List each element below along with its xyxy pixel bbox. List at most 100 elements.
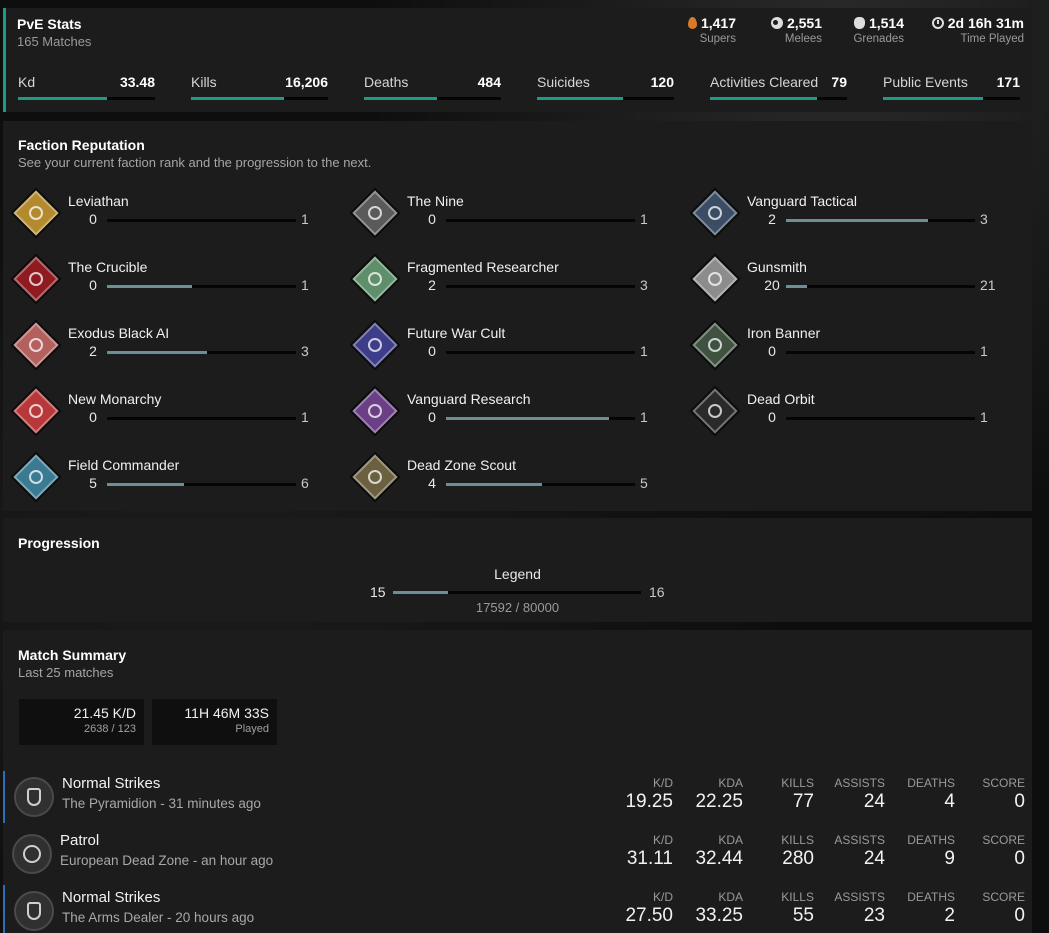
pve-stats-title: PvE Stats [17,16,82,32]
metric-public-events: Public Events 171 [883,74,1020,102]
metric-value: 33.48 [119,74,155,90]
faction-field-commander: Field Commander 5 6 [13,454,333,510]
faction-progress-bar [107,483,296,486]
match-mode: Patrol [60,832,100,849]
progression-next: 16 [649,584,665,600]
stat-header: ASSISTS [834,833,885,847]
match-stat-score: SCORE 0 [982,776,1025,813]
iron-banner-emblem-icon [692,322,738,368]
faction-progress-bar [107,351,296,354]
metric-bar [18,97,155,100]
metric-bar-fill [18,97,108,100]
match-stat-assists: ASSISTS 24 [834,776,885,813]
stat-value: 0 [1014,791,1025,812]
stat-header: SCORE [982,890,1025,904]
faction-current-rank: 0 [428,211,436,227]
metric-suicides: Suicides 120 [537,74,674,102]
match-summary-subtitle: Last 25 matches [18,665,114,680]
metric-bar-fill [191,97,285,100]
stat-value: 31.11 [626,848,673,869]
faction-next-rank: 3 [640,277,648,293]
match-row[interactable]: Patrol European Dead Zone - an hour ago K/… [3,828,1032,880]
faction-current-rank: 0 [89,277,97,293]
match-stat-deaths: DEATHS 2 [907,890,955,927]
metric-bar-fill [364,97,437,100]
faction-vanguard-research: Vanguard Research 0 1 [352,388,672,444]
match-stat-kills: KILLS 280 [781,833,814,870]
time-played-stat: 2d 16h 31m Time Played [931,15,1024,45]
faction-name: Vanguard Research [407,391,531,407]
match-mode: Normal Strikes [62,889,161,906]
metric-value: 79 [831,74,847,90]
faction-name: New Monarchy [68,391,162,407]
faction-name: Dead Orbit [747,391,815,407]
pve-stats-panel: PvE Stats 165 Matches 1,417 Supers 2,551… [3,8,1032,112]
faction-name: Dead Zone Scout [407,457,516,473]
match-stat-score: SCORE 0 [982,890,1025,927]
metric-bar [364,97,501,100]
supers-stat: 1,417 Supers [687,15,736,45]
melees-stat: 2,551 Melees [770,15,822,45]
faction-gunsmith: Gunsmith 20 21 [692,256,1012,312]
stat-value: 24 [863,791,885,812]
time-summary-card: 11H 46M 33S Played [152,699,277,745]
progression-xp: 17592 / 80000 [475,600,560,615]
match-stat-kills: KILLS 55 [781,890,814,927]
stat-value: 32.44 [695,848,743,869]
faction-progress-bar [446,219,635,222]
metric-value: 171 [996,74,1020,90]
stat-header: KDA [718,776,743,790]
metric-bar [537,97,674,100]
melee-icon [770,17,783,29]
faction-progress-bar [786,285,975,288]
match-row[interactable]: Normal Strikes The Pyramidion - 31 minute… [3,771,1032,823]
metric-label: Suicides [537,74,590,90]
stat-header: DEATHS [907,833,955,847]
match-row[interactable]: Normal Strikes The Arms Dealer - 20 hours… [3,885,1032,933]
stat-header: KDA [718,890,743,904]
metric-label: Activities Cleared [710,74,819,90]
faction-next-rank: 1 [301,211,309,227]
match-stat-kd: K/D 27.50 [625,890,673,927]
faction-future-war-cult: Future War Cult 0 1 [352,322,672,378]
faction-next-rank: 3 [980,211,988,227]
faction-name: Fragmented Researcher [407,259,559,275]
stat-value: 27.50 [625,905,673,926]
faction-progress-fill [107,483,185,486]
faction-iron-banner: Iron Banner 0 1 [692,322,1012,378]
faction-progress-fill [786,285,807,288]
strike-icon [14,777,54,817]
faction-next-rank: 3 [301,343,309,359]
strike-icon [14,891,54,931]
faction-current-rank: 20 [764,277,780,293]
faction-current-rank: 0 [768,409,776,425]
faction-reputation-panel: Faction Reputation See your current fact… [3,121,1032,511]
faction-progress-bar [786,219,975,222]
stat-header: KILLS [781,890,814,904]
stat-header: ASSISTS [834,776,885,790]
faction-leviathan: Leviathan 0 1 [13,190,333,246]
metric-kd: Kd 33.48 [18,74,155,102]
faction-progress-fill [446,483,543,486]
the-crucible-emblem-icon [13,256,59,302]
match-mode: Normal Strikes [62,775,161,792]
progression-current: 15 [370,584,386,600]
match-stat-deaths: DEATHS 4 [907,776,955,813]
stat-value: 19.25 [625,791,673,812]
metric-value: 120 [650,74,674,90]
faction-name: The Crucible [68,259,148,275]
new-monarchy-emblem-icon [13,388,59,434]
match-stat-kd: K/D 31.11 [627,833,673,870]
faction-exodus-black-ai: Exodus Black AI 2 3 [13,322,333,378]
progression-title: Progression [18,535,100,551]
faction-dead-orbit: Dead Orbit 0 1 [692,388,1012,444]
stat-value: 0 [1014,848,1025,869]
faction-progress-fill [786,219,928,222]
faction-progress-bar [786,351,975,354]
vanguard-tactical-emblem-icon [692,190,738,236]
faction-name: Leviathan [68,193,129,209]
grenade-icon [853,17,865,29]
faction-current-rank: 5 [89,475,97,491]
stat-header: K/D [652,890,673,904]
faction-progress-bar [107,417,296,420]
